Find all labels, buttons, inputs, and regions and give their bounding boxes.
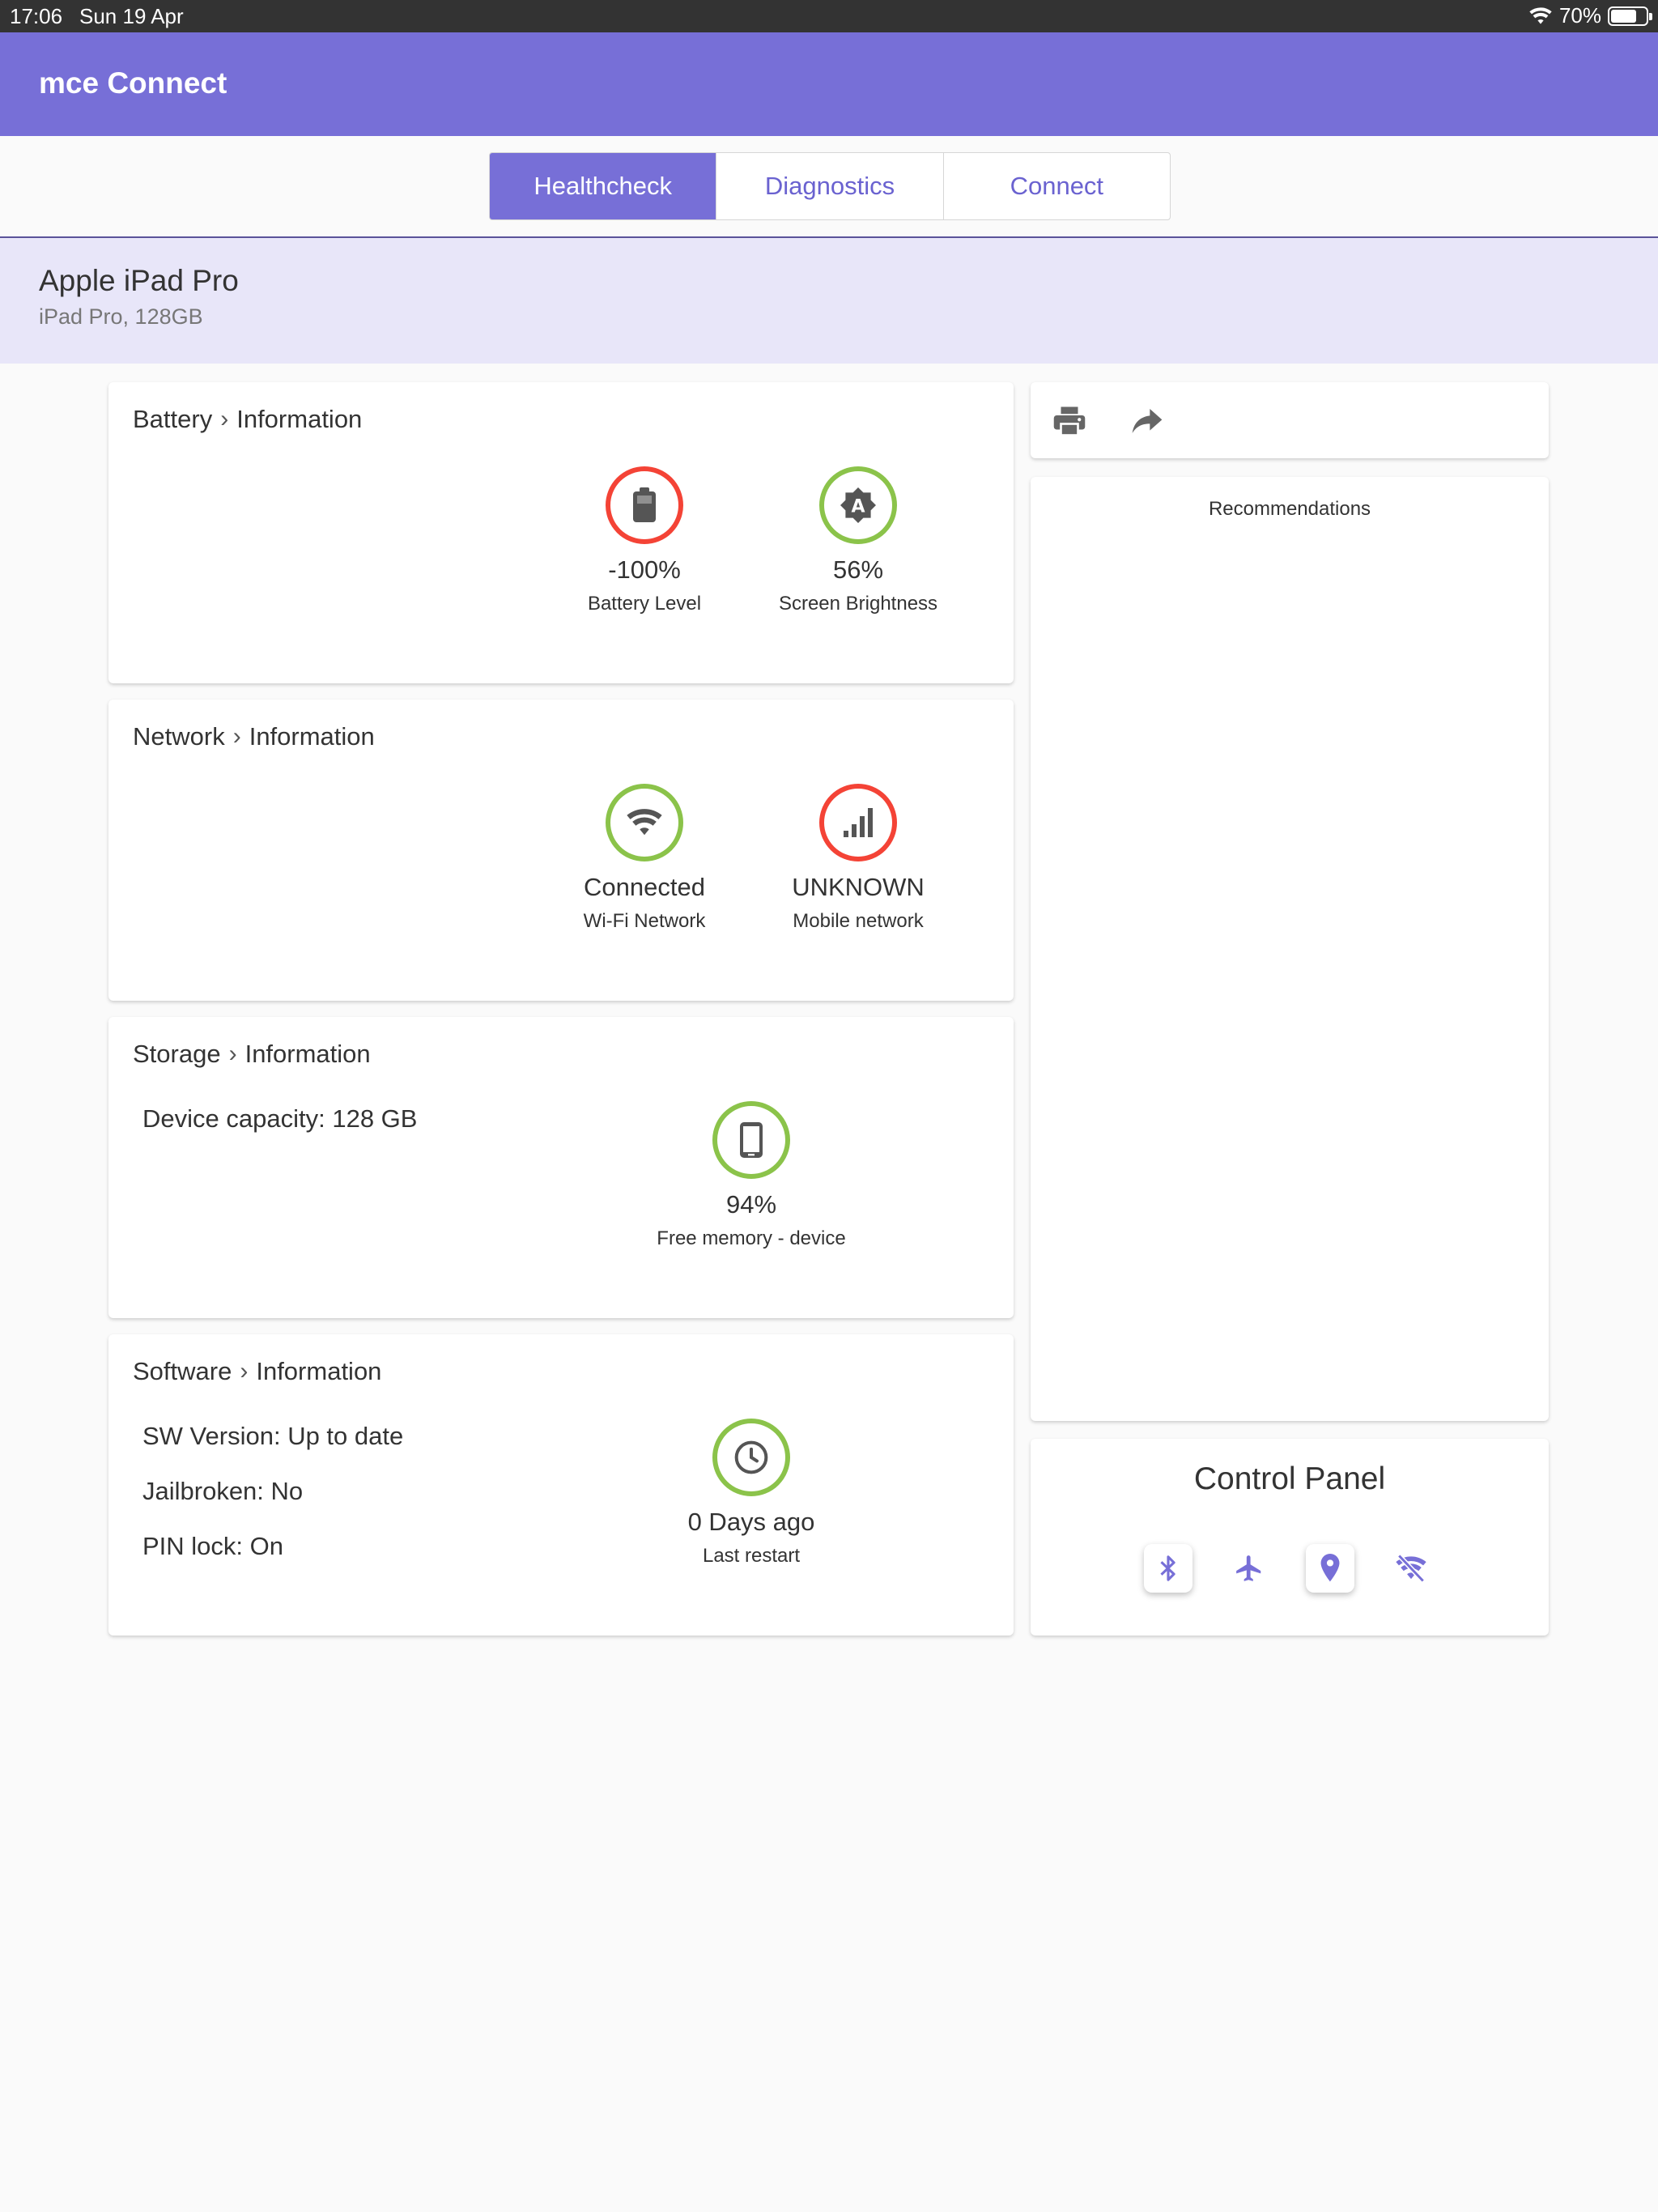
jailbroken-label: Jailbroken:	[142, 1477, 264, 1505]
wifi-off-toggle[interactable]	[1387, 1544, 1435, 1593]
chevron-right-icon: ›	[240, 1358, 249, 1385]
metric-label: Wi-Fi Network	[583, 910, 706, 932]
print-icon	[1053, 406, 1086, 436]
chevron-right-icon: ›	[232, 723, 241, 750]
breadcrumb-section: Battery	[133, 405, 213, 433]
status-ring-red	[606, 466, 683, 544]
segmented-tabs: Healthcheck Diagnostics Connect	[489, 152, 1171, 220]
storage-card: Storage › Information Device capacity: 1…	[108, 1017, 1014, 1318]
metric-value: 94%	[725, 1190, 777, 1219]
pin-lock-line: PIN lock: On	[142, 1532, 283, 1561]
chevron-right-icon: ›	[228, 1040, 237, 1067]
wifi-icon	[627, 809, 662, 836]
breadcrumb-sub: Information	[236, 405, 363, 433]
metric-value: UNKNOWN	[792, 873, 925, 901]
pin-lock-value: On	[249, 1532, 284, 1560]
tools-card	[1031, 382, 1549, 458]
metric-value: 56%	[832, 555, 884, 584]
signal-bars-icon	[844, 808, 873, 837]
breadcrumb-section: Network	[133, 722, 225, 751]
battery-status-icon	[1608, 6, 1652, 26]
device-name: Apple iPad Pro	[39, 264, 239, 297]
bluetooth-toggle[interactable]	[1144, 1544, 1192, 1593]
status-ring-green: A	[819, 466, 897, 544]
status-battery-percent: 70%	[1558, 3, 1601, 28]
location-toggle[interactable]	[1306, 1544, 1354, 1593]
wifi-status-icon	[1529, 6, 1552, 24]
recommendations-card: Recommendations	[1031, 477, 1549, 1421]
location-icon	[1320, 1554, 1340, 1582]
network-card-title[interactable]: Network › Information	[133, 722, 375, 751]
pin-lock-label: PIN lock:	[142, 1532, 244, 1560]
metric-value: Connected	[584, 873, 705, 901]
battery-icon	[633, 487, 656, 522]
battery-card: Battery › Information -100% Battery Leve…	[108, 382, 1014, 683]
breadcrumb-sub: Information	[256, 1357, 382, 1385]
jailbroken-line: Jailbroken: No	[142, 1477, 303, 1506]
breadcrumb-sub: Information	[244, 1040, 371, 1068]
metric-label: Last restart	[702, 1545, 801, 1567]
status-ring-green	[712, 1419, 790, 1496]
clock-icon	[734, 1440, 768, 1474]
tab-connect[interactable]: Connect	[944, 153, 1170, 219]
status-bar: 17:06 Sun 19 Apr 70%	[0, 0, 1658, 32]
device-capacity-label: Device capacity:	[142, 1104, 325, 1133]
status-ring-red	[819, 784, 897, 861]
chevron-right-icon: ›	[220, 406, 229, 432]
free-memory-metric[interactable]: 94% Free memory - device	[646, 1101, 857, 1250]
breadcrumb-section: Storage	[133, 1040, 221, 1068]
metric-label: Mobile network	[793, 910, 924, 932]
metric-value: 0 Days ago	[687, 1508, 815, 1536]
bluetooth-icon	[1160, 1555, 1175, 1581]
metric-label: Screen Brightness	[778, 593, 938, 615]
software-card: Software › Information SW Version: Up to…	[108, 1334, 1014, 1636]
last-restart-metric[interactable]: 0 Days ago Last restart	[646, 1419, 857, 1568]
control-panel-title: Control Panel	[1193, 1461, 1386, 1496]
sw-version-label: SW Version:	[142, 1422, 281, 1450]
screen-brightness-metric[interactable]: A 56% Screen Brightness	[753, 466, 963, 615]
battery-card-title[interactable]: Battery › Information	[133, 405, 362, 434]
breadcrumb-section: Software	[133, 1357, 232, 1385]
tab-healthcheck[interactable]: Healthcheck	[490, 153, 717, 219]
share-icon	[1132, 409, 1163, 433]
status-ring-green	[606, 784, 683, 861]
brightness-auto-icon: A	[840, 487, 876, 523]
tab-bar: Healthcheck Diagnostics Connect	[0, 136, 1658, 238]
mobile-network-metric[interactable]: UNKNOWN Mobile network	[753, 784, 963, 933]
status-right: 70%	[1528, 3, 1652, 28]
jailbroken-value: No	[270, 1477, 304, 1505]
metric-label: Battery Level	[587, 593, 702, 615]
breadcrumb-sub: Information	[249, 722, 375, 751]
phone-icon	[740, 1122, 763, 1158]
control-panel-card: Control Panel	[1031, 1439, 1549, 1636]
wifi-off-icon	[1396, 1554, 1426, 1583]
metric-label: Free memory - device	[657, 1227, 846, 1249]
tab-diagnostics[interactable]: Diagnostics	[716, 153, 944, 219]
svg-text:A: A	[851, 497, 865, 517]
app-title: mce Connect	[39, 66, 227, 100]
device-model: iPad Pro, 128GB	[39, 304, 203, 329]
storage-card-title[interactable]: Storage › Information	[133, 1040, 371, 1069]
status-time: 17:06	[10, 4, 63, 28]
airplane-icon	[1236, 1555, 1261, 1581]
recommendations-title: Recommendations	[1208, 498, 1371, 520]
print-button[interactable]	[1050, 402, 1089, 440]
status-ring-green	[712, 1101, 790, 1179]
software-card-title[interactable]: Software › Information	[133, 1357, 381, 1386]
network-card: Network › Information Connected Wi-Fi Ne…	[108, 700, 1014, 1001]
device-capacity-value: 128 GB	[332, 1104, 418, 1133]
share-button[interactable]	[1128, 402, 1167, 440]
wifi-network-metric[interactable]: Connected Wi-Fi Network	[539, 784, 750, 933]
app-bar: mce Connect	[0, 32, 1658, 136]
airplane-toggle[interactable]	[1225, 1544, 1273, 1593]
metric-value: -100%	[608, 555, 681, 584]
device-header: Apple iPad Pro iPad Pro, 128GB	[0, 238, 1658, 364]
status-date: Sun 19 Apr	[79, 4, 184, 28]
battery-level-metric[interactable]: -100% Battery Level	[539, 466, 750, 615]
device-capacity-line: Device capacity: 128 GB	[142, 1104, 417, 1134]
sw-version-value: Up to date	[287, 1422, 404, 1450]
sw-version-line: SW Version: Up to date	[142, 1422, 403, 1451]
